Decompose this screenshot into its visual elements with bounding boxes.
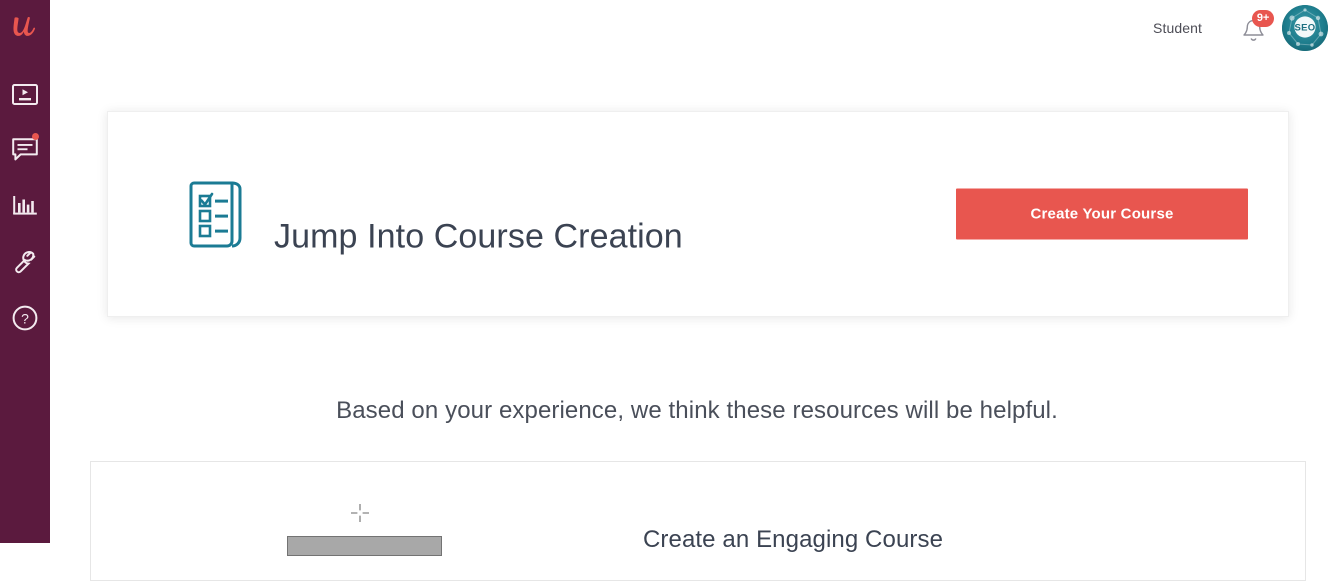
notification-badge: 9+ — [1252, 10, 1274, 27]
recommendations-subheading: Based on your experience, we think these… — [336, 397, 1058, 424]
plus-crosshair-icon — [349, 502, 371, 529]
avatar[interactable]: SEO — [1282, 5, 1328, 51]
course-creation-card: Jump Into Course Creation Create Your Co… — [107, 111, 1289, 317]
thumbnail-placeholder-bar — [287, 536, 442, 556]
sidebar-item-tools[interactable] — [0, 234, 50, 290]
user-avatar-image: SEO — [1282, 5, 1328, 51]
role-label: Student — [1153, 20, 1202, 36]
resource-card[interactable]: Create an Engaging Course — [90, 461, 1306, 581]
notifications-button[interactable]: 9+ — [1240, 10, 1274, 45]
header-actions: Student 9+ SEO — [1153, 0, 1328, 56]
sidebar-item-messages[interactable] — [0, 122, 50, 178]
udemy-logo[interactable] — [0, 6, 50, 50]
resource-title: Create an Engaging Course — [643, 525, 944, 553]
wrench-icon — [15, 251, 36, 274]
sidebar-item-performance[interactable] — [0, 178, 50, 234]
question-circle-icon: ? — [12, 305, 38, 331]
checklist-document-icon — [188, 180, 246, 255]
page-title: Jump Into Course Creation — [274, 217, 683, 256]
bar-chart-icon — [13, 196, 37, 215]
sidebar-item-help[interactable]: ? — [0, 290, 50, 346]
svg-text:?: ? — [21, 311, 29, 327]
chat-bubble-icon — [12, 138, 38, 161]
resource-thumbnail — [241, 462, 481, 580]
top-header: Student 9+ SEO — [50, 0, 1344, 56]
app-root: ? Student 9+ SEO Jump Into Course Creati… — [0, 0, 1344, 581]
video-course-icon — [12, 83, 38, 105]
messages-unread-dot — [32, 133, 39, 140]
main-content: Jump Into Course Creation Create Your Co… — [50, 56, 1344, 581]
primary-sidebar: ? — [0, 0, 50, 543]
avatar-initials: SEO — [1295, 23, 1316, 34]
create-your-course-button[interactable]: Create Your Course — [956, 188, 1248, 240]
sidebar-item-courses[interactable] — [0, 66, 50, 122]
sidebar-nav-list: ? — [0, 66, 50, 346]
